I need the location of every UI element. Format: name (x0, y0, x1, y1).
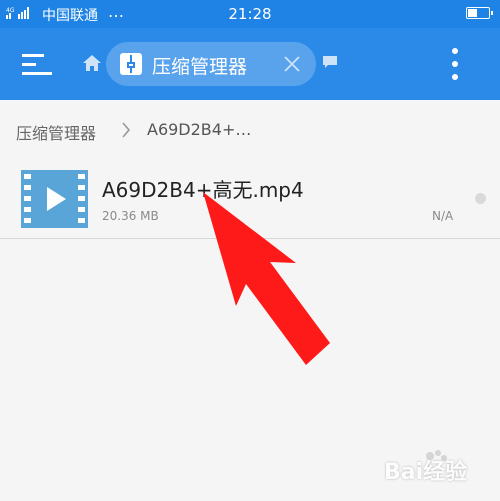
battery-icon (466, 7, 493, 19)
menu-icon[interactable] (22, 50, 52, 78)
watermark-text: Bai经验 (384, 460, 468, 485)
home-icon[interactable] (82, 53, 102, 73)
status-bar: 4G 中国联通 … 21:28 (0, 0, 500, 28)
breadcrumb-root[interactable]: 压缩管理器 (16, 120, 96, 144)
tab-label: 压缩管理器 (152, 56, 248, 78)
clock: 21:28 (228, 5, 272, 23)
video-file-icon (21, 170, 88, 228)
chevron-right-icon (122, 122, 131, 138)
selection-checkbox[interactable] (475, 193, 486, 204)
divider (0, 238, 500, 239)
more-options-icon[interactable] (450, 48, 460, 80)
close-icon[interactable] (282, 54, 302, 74)
file-date: N/A (432, 209, 454, 223)
tab-compression-manager[interactable]: 压缩管理器 (106, 42, 316, 86)
archive-icon (120, 53, 142, 75)
window-list-icon[interactable] (322, 55, 338, 69)
file-size: 20.36 MB (102, 209, 159, 223)
file-list-item[interactable]: A69D2B4+高无.mp4 20.36 MB N/A (0, 160, 500, 238)
breadcrumb: 压缩管理器 A69D2B4+… (0, 100, 500, 160)
file-name: A69D2B4+高无.mp4 (102, 178, 304, 202)
breadcrumb-current[interactable]: A69D2B4+… (147, 120, 251, 139)
app-toolbar: 压缩管理器 (0, 28, 500, 100)
